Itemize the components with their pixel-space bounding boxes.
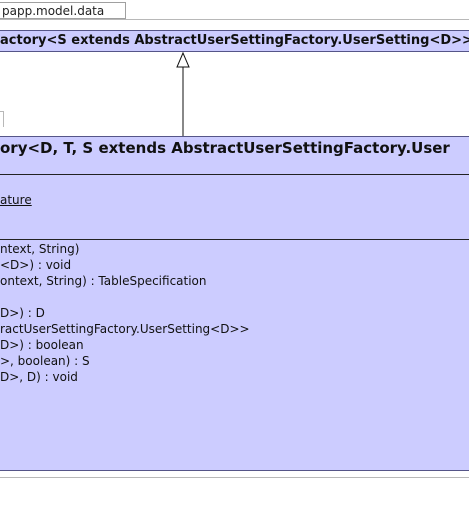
operation-item: ractUserSettingFactory.UserSetting<D>> xyxy=(0,322,250,336)
attributes-divider xyxy=(0,174,469,175)
operation-item: >, boolean) : S xyxy=(0,354,90,368)
uml-class-diagram: papp.model.data actory<S extends Abstrac… xyxy=(0,0,469,517)
operation-item xyxy=(0,289,250,305)
operation-item: D>, D) : void xyxy=(0,370,78,384)
operations-list: ntext, String) <D>) : void ontext, Strin… xyxy=(0,241,250,385)
operation-item: ontext, String) : TableSpecification xyxy=(0,274,207,288)
operation-item: ntext, String) xyxy=(0,242,80,256)
operation-item: D>) : D xyxy=(0,306,45,320)
generalization-arrowhead-icon xyxy=(176,51,190,68)
operation-item: <D>) : void xyxy=(0,258,72,272)
attribute-item: ature xyxy=(0,193,32,207)
operation-item: D>) : boolean xyxy=(0,338,84,352)
operations-divider xyxy=(0,239,469,240)
class-title: ory<D, T, S extends AbstractUserSettingF… xyxy=(0,139,450,157)
